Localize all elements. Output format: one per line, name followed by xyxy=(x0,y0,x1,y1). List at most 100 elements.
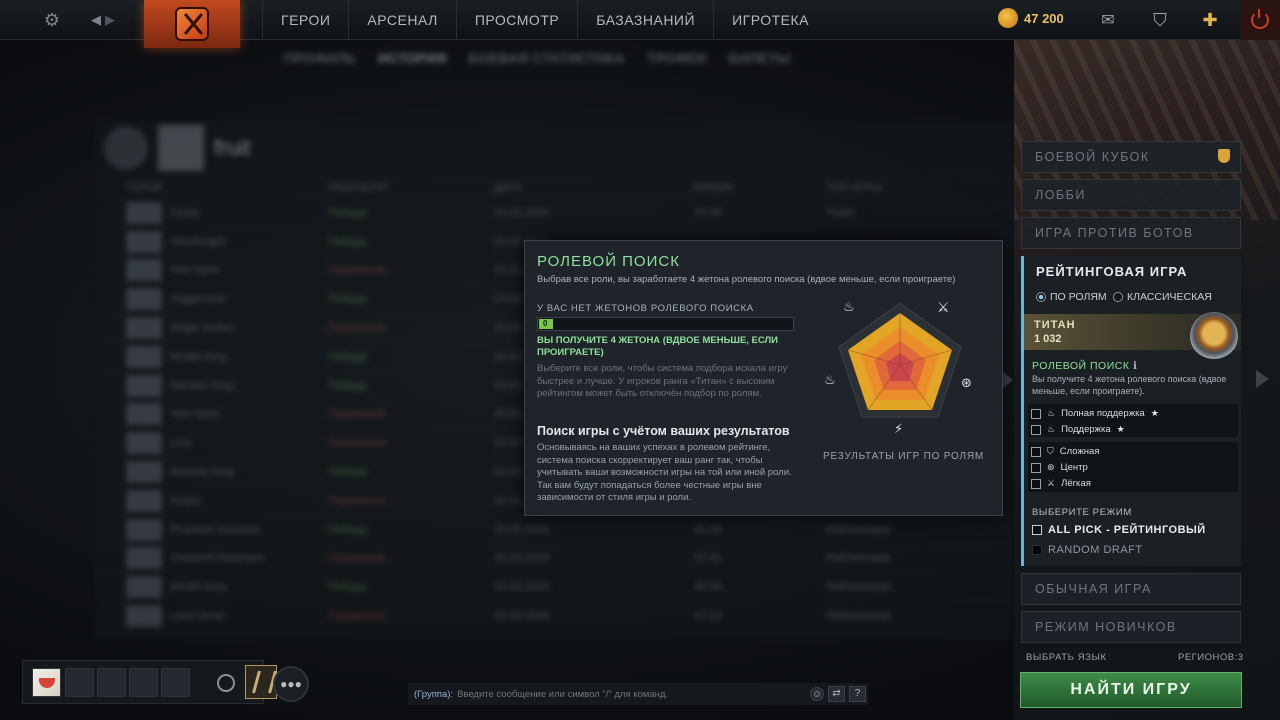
role-hard-support[interactable]: ♨ Полная поддержка ★ xyxy=(1031,408,1159,419)
role-mid[interactable]: ⊛ Центр xyxy=(1031,462,1088,473)
match-type: Рейтинговая xyxy=(826,610,891,623)
party-slot[interactable] xyxy=(97,668,126,697)
tab-tickets[interactable]: БИЛЕТЫ xyxy=(729,50,791,66)
mode-heading: ВЫБЕРИТЕ РЕЖИМ xyxy=(1032,507,1132,518)
expand-arrow-icon[interactable] xyxy=(1256,370,1269,388)
tab-stats[interactable]: БОЕВАЯ СТАТИСТИКА xyxy=(468,50,624,66)
ranked-panel: РЕЙТИНГОВАЯ ИГРА ПО РОЛЯМ КЛАССИЧЕСКАЯ Т… xyxy=(1021,256,1241,566)
nav-heroes[interactable]: ГЕРОИ xyxy=(262,0,348,40)
avatar[interactable] xyxy=(32,668,61,697)
info-icon[interactable]: ℹ xyxy=(1133,360,1138,372)
match-result: Поражение xyxy=(328,610,387,623)
chat-input[interactable]: (Группа): Введите сообщение или символ "… xyxy=(408,683,868,705)
role-search-label[interactable]: РОЛЕВОЙ ПОИСК ℹ xyxy=(1032,360,1137,372)
gear-icon[interactable]: ⚙ xyxy=(38,6,66,34)
tab-profile[interactable]: ПРОФИЛЬ xyxy=(284,50,356,66)
tab-trophies[interactable]: ТРОФЕИ xyxy=(647,50,707,66)
hero-portrait xyxy=(126,230,162,253)
rank-mmr: 1 032 xyxy=(1034,333,1062,345)
friends-icon[interactable]: ●●● xyxy=(273,666,309,702)
match-time: 37:09 xyxy=(694,206,722,219)
plus-icon[interactable]: ✚ xyxy=(1188,0,1232,40)
hero-portrait xyxy=(126,259,162,282)
regions-select[interactable]: РЕГИОНОВ:3 xyxy=(1178,652,1244,663)
match-result: Победа xyxy=(328,523,367,536)
mode-all-pick[interactable]: ALL PICK - РЕЙТИНГОВЫЙ xyxy=(1032,524,1206,536)
hero-name: Juggernaut xyxy=(170,293,226,306)
carry-icon: ⚔ xyxy=(937,299,950,315)
hero-name: Lone Druid xyxy=(170,610,224,623)
hard-support-icon: ♨ xyxy=(1047,408,1056,418)
role-search-popup: РОЛЕВОЙ ПОИСК Выбрав все роли, вы зарабо… xyxy=(524,240,1003,516)
role-info-text: Выберите все роли, чтобы система подбора… xyxy=(537,363,788,399)
emoji-icon[interactable]: ☺ xyxy=(810,687,824,701)
dota-logo[interactable] xyxy=(144,0,240,48)
find-match-button[interactable]: НАЙТИ ИГРУ xyxy=(1020,672,1242,708)
nav-arcade[interactable]: ИГРОТЕКА xyxy=(713,0,827,40)
match-date: 15.02.2024 xyxy=(494,581,550,594)
forward-arrow-icon[interactable]: ▶ xyxy=(96,6,124,34)
match-type: Рейтинговая xyxy=(826,552,891,565)
chat-icon[interactable]: ✉ xyxy=(1090,0,1126,40)
normal-game-button[interactable]: ОБЫЧНАЯ ИГРА xyxy=(1021,573,1241,605)
role-soft-support[interactable]: ♨ Поддержка ★ xyxy=(1031,424,1125,435)
radio-by-roles[interactable]: ПО РОЛЯМ xyxy=(1036,291,1107,303)
hero-name: Monkey King xyxy=(170,379,234,392)
bots-button[interactable]: ИГРА ПРОТИВ БОТОВ xyxy=(1021,217,1241,249)
nav-watch[interactable]: ПРОСМОТР xyxy=(455,0,577,40)
match-result: Поражение xyxy=(328,322,387,335)
party-options-icon[interactable] xyxy=(217,674,235,692)
table-row[interactable]: Phantom Assassin Победа 15.02.2024 41:45 Рей… xyxy=(96,514,1012,544)
checkbox[interactable] xyxy=(1031,462,1041,473)
checkbox[interactable] xyxy=(1031,424,1041,435)
radio-classic[interactable]: КЛАССИЧЕСКАЯ xyxy=(1113,291,1212,303)
hero-portrait xyxy=(126,288,162,311)
popup-subtitle: Выбрав все роли, вы заработаете 4 жетона… xyxy=(537,274,956,285)
role-offlane[interactable]: ⛉ Сложная xyxy=(1031,446,1099,457)
party-bar xyxy=(22,660,277,704)
checkbox[interactable] xyxy=(1032,525,1042,535)
hero-portrait xyxy=(126,201,162,224)
nav-store[interactable]: АРСЕНАЛ xyxy=(348,0,455,40)
match-date: 15.02.2024 xyxy=(494,552,550,565)
chat-wheel-icon[interactable]: ⇄ xyxy=(828,686,845,702)
checkbox[interactable] xyxy=(1031,408,1041,419)
table-row[interactable]: Outworld Destroyer Поражение 15.02.2024 47:… xyxy=(96,543,1012,573)
table-row[interactable]: Wraith King Победа 15.02.2024 40:59 Рейтинго… xyxy=(96,572,1012,601)
section-body: Основываясь на ваших успехах в ролевом р… xyxy=(537,442,792,503)
language-select[interactable]: ВЫБРАТЬ ЯЗЫК xyxy=(1026,652,1107,663)
table-row[interactable]: Lone Druid Поражение 15.02.2024 47:23 Рейтин… xyxy=(96,601,1012,630)
party-slot[interactable] xyxy=(65,668,94,697)
hero-portrait xyxy=(126,547,162,570)
armory-icon[interactable]: ⛉ xyxy=(1140,0,1180,40)
tab-history[interactable]: ИСТОРИЯ xyxy=(378,50,446,66)
new-player-button[interactable]: РЕЖИМ НОВИЧКОВ xyxy=(1021,611,1241,643)
hero-name: Lina xyxy=(170,437,191,450)
hero-name: Clinkz xyxy=(170,206,200,219)
hero-portrait xyxy=(126,605,162,628)
help-icon[interactable]: ? xyxy=(849,686,866,702)
party-slot[interactable] xyxy=(161,668,190,697)
hero-name: Void Spirit xyxy=(170,408,220,421)
checkbox[interactable] xyxy=(1031,446,1041,457)
tokens-gain-text: ВЫ ПОЛУЧИТЕ 4 ЖЕТОНА (ВДВОЕ МЕНЬШЕ, ЕСЛИ… xyxy=(537,335,779,358)
checkbox[interactable] xyxy=(1031,478,1041,489)
table-row[interactable]: Clinkz Победа 15.02.2024 37:09 Turbo xyxy=(96,198,1012,227)
nav-learn[interactable]: БАЗАЗНАНИЙ xyxy=(577,0,713,40)
party-slot[interactable] xyxy=(129,668,158,697)
power-icon[interactable] xyxy=(1240,0,1280,40)
radar-caption: РЕЗУЛЬТАТЫ ИГР ПО РОЛЯМ xyxy=(823,451,985,462)
offlane-icon: ⊛ xyxy=(961,375,972,390)
carry-icon: ⚔ xyxy=(1047,478,1056,488)
profile-header: fruit xyxy=(96,120,1012,176)
lobby-button[interactable]: ЛОББИ xyxy=(1021,179,1241,211)
soft-support-icon: ♨ xyxy=(1047,424,1056,434)
checkbox[interactable] xyxy=(1032,545,1042,555)
role-safelane[interactable]: ⚔ Лёгкая xyxy=(1031,478,1091,489)
currency-display[interactable]: 47 200 xyxy=(998,8,1064,28)
dota-client-window: ПРОФИЛЬ ИСТОРИЯ БОЕВАЯ СТАТИСТИКА ТРОФЕИ… xyxy=(0,0,1280,720)
mid-icon: ⊛ xyxy=(1047,462,1055,472)
battle-cup-button[interactable]: БОЕВОЙ КУБОК xyxy=(1021,141,1241,173)
mode-random-draft[interactable]: RANDOM DRAFT xyxy=(1032,544,1143,556)
ranked-title[interactable]: РЕЙТИНГОВАЯ ИГРА xyxy=(1036,264,1187,279)
